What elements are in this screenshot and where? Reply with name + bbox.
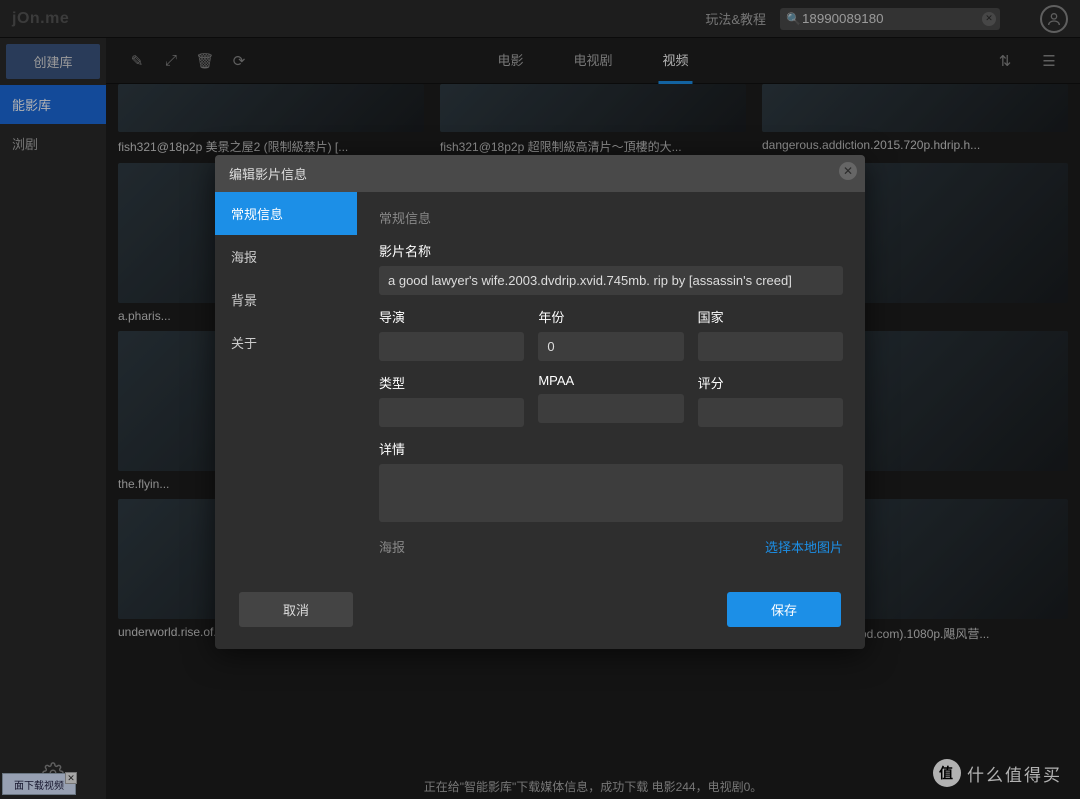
- modal-form: 常规信息 影片名称 导演 年份 国家: [357, 192, 865, 572]
- modal-header: 编辑影片信息 ✕: [215, 155, 865, 192]
- director-input[interactable]: [379, 332, 524, 361]
- country-input[interactable]: [698, 332, 843, 361]
- modal-tabs: 常规信息 海报 背景 关于: [215, 192, 357, 572]
- modal-tab-general[interactable]: 常规信息: [215, 192, 357, 235]
- genre-input[interactable]: [379, 398, 524, 427]
- name-label: 影片名称: [379, 241, 843, 260]
- mpaa-input[interactable]: [538, 394, 683, 423]
- modal-tab-background[interactable]: 背景: [215, 278, 357, 321]
- cancel-button[interactable]: 取消: [239, 592, 353, 627]
- country-label: 国家: [698, 307, 843, 326]
- choose-local-image-link[interactable]: 选择本地图片: [765, 537, 843, 556]
- year-label: 年份: [538, 307, 683, 326]
- genre-label: 类型: [379, 373, 524, 392]
- mpaa-label: MPAA: [538, 373, 683, 388]
- poster-label: 海报: [379, 537, 405, 556]
- detail-textarea[interactable]: [379, 464, 843, 522]
- year-input[interactable]: [538, 332, 683, 361]
- edit-movie-modal: 编辑影片信息 ✕ 常规信息 海报 背景 关于 常规信息 影片名称 导演: [215, 155, 865, 649]
- modal-overlay: 编辑影片信息 ✕ 常规信息 海报 背景 关于 常规信息 影片名称 导演: [0, 0, 1080, 799]
- modal-title: 编辑影片信息: [229, 167, 307, 182]
- modal-footer: 取消 保存: [215, 572, 865, 649]
- modal-tab-poster[interactable]: 海报: [215, 235, 357, 278]
- modal-tab-about[interactable]: 关于: [215, 321, 357, 364]
- director-label: 导演: [379, 307, 524, 326]
- detail-label: 详情: [379, 439, 843, 458]
- close-icon[interactable]: ✕: [839, 162, 857, 180]
- rating-label: 评分: [698, 373, 843, 392]
- section-title: 常规信息: [379, 208, 843, 227]
- movie-name-input[interactable]: [379, 266, 843, 295]
- save-button[interactable]: 保存: [727, 592, 841, 627]
- rating-input[interactable]: [698, 398, 843, 427]
